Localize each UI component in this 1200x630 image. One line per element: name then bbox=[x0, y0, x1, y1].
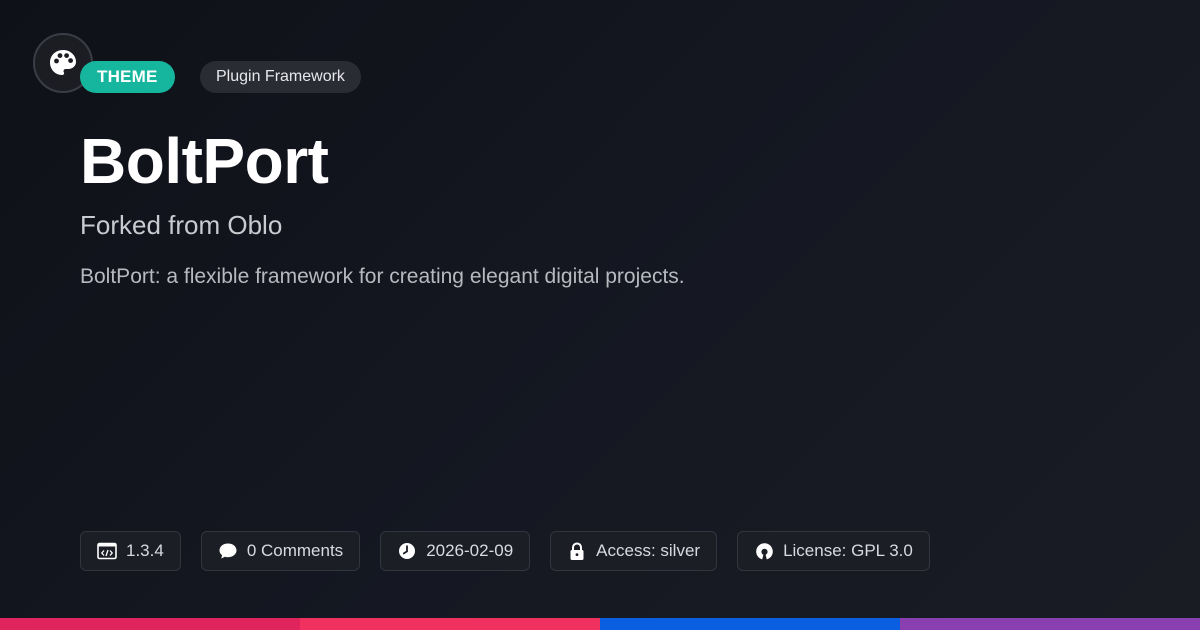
open-source-icon bbox=[754, 541, 774, 561]
comments-badge[interactable]: 0 Comments bbox=[200, 531, 361, 571]
accent-stripe bbox=[0, 618, 1200, 630]
stripe-segment bbox=[900, 618, 1200, 630]
clock-icon bbox=[397, 541, 417, 561]
license-label: License: GPL 3.0 bbox=[783, 541, 913, 560]
comment-icon bbox=[218, 541, 238, 561]
access-badge: Access: silver bbox=[550, 531, 718, 571]
comments-label: 0 Comments bbox=[246, 541, 344, 560]
stripe-segment bbox=[0, 618, 300, 630]
project-description: BoltPort: a flexible framework for creat… bbox=[80, 265, 685, 288]
stripe-segment bbox=[600, 618, 900, 630]
license-badge[interactable]: License: GPL 3.0 bbox=[737, 531, 930, 571]
access-label: Access: silver bbox=[596, 541, 701, 560]
fork-subtitle: Forked from Oblo bbox=[80, 210, 283, 240]
date-label: 2026-02-09 bbox=[426, 541, 514, 560]
lock-icon bbox=[567, 541, 587, 561]
page-title: BoltPort bbox=[80, 125, 329, 197]
meta-row: 1.3.4 0 Comments 2026-02-09 Access: silv… bbox=[80, 531, 930, 571]
version-badge: 1.3.4 bbox=[80, 531, 181, 571]
code-icon bbox=[97, 541, 117, 561]
stripe-segment bbox=[300, 618, 600, 630]
date-badge: 2026-02-09 bbox=[380, 531, 531, 571]
version-label: 1.3.4 bbox=[126, 541, 164, 560]
palette-icon bbox=[50, 50, 76, 75]
type-badge: THEME bbox=[80, 61, 175, 93]
category-tag[interactable]: Plugin Framework bbox=[200, 61, 361, 93]
